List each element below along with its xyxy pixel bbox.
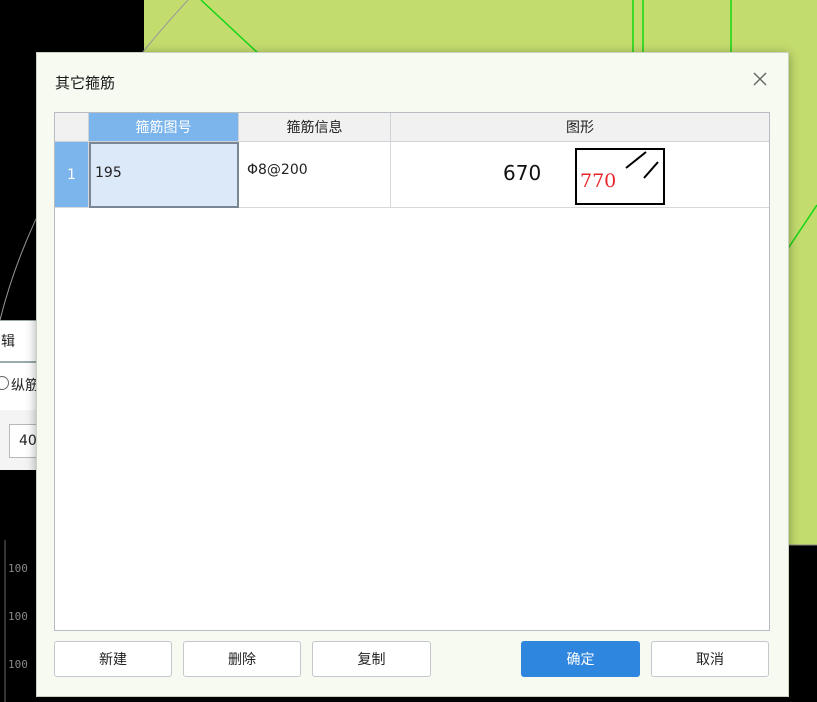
side-label: 100 xyxy=(8,562,28,575)
cell-info[interactable]: Φ8@200 xyxy=(239,142,391,208)
background-radio-row[interactable]: 纵筋 xyxy=(0,362,41,412)
side-label: 100 xyxy=(8,610,28,623)
stirrup-table[interactable]: 箍筋图号 箍筋信息 图形 1 195 Φ8@200 670 770 xyxy=(54,112,770,631)
background-input[interactable]: 40 xyxy=(9,424,39,458)
cell-shape[interactable]: 670 770 xyxy=(391,142,769,208)
ok-button[interactable]: 确定 xyxy=(521,641,640,677)
column-header-info[interactable]: 箍筋信息 xyxy=(239,113,391,142)
background-input-value: 40 xyxy=(19,433,37,449)
radio-icon[interactable] xyxy=(0,376,9,390)
cell-figure-no[interactable]: 195 xyxy=(89,142,239,208)
background-panel-title: 辑 xyxy=(1,334,15,350)
other-stirrup-dialog: 其它箍筋 箍筋图号 箍筋信息 图形 1 195 Φ8@200 670 770 新… xyxy=(36,52,789,697)
background-panel-header: 辑 xyxy=(0,320,41,362)
new-button[interactable]: 新建 xyxy=(54,641,172,677)
column-header-shape[interactable]: 图形 xyxy=(391,113,769,142)
dialog-title: 其它箍筋 xyxy=(55,74,116,92)
shape-dimension-box: 770 xyxy=(580,170,617,192)
cancel-button[interactable]: 取消 xyxy=(651,641,769,677)
background-radio-label: 纵筋 xyxy=(11,378,39,394)
row-number[interactable]: 1 xyxy=(55,142,89,208)
column-header-figure-no[interactable]: 箍筋图号 xyxy=(89,113,239,142)
close-icon xyxy=(753,72,767,86)
background-input-area: 40 xyxy=(0,410,39,470)
close-button[interactable] xyxy=(750,69,770,89)
side-label: 100 xyxy=(8,658,28,671)
copy-button[interactable]: 复制 xyxy=(312,641,431,677)
shape-dimension-left: 670 xyxy=(503,161,542,185)
delete-button[interactable]: 删除 xyxy=(183,641,301,677)
table-corner-header[interactable] xyxy=(55,113,89,142)
